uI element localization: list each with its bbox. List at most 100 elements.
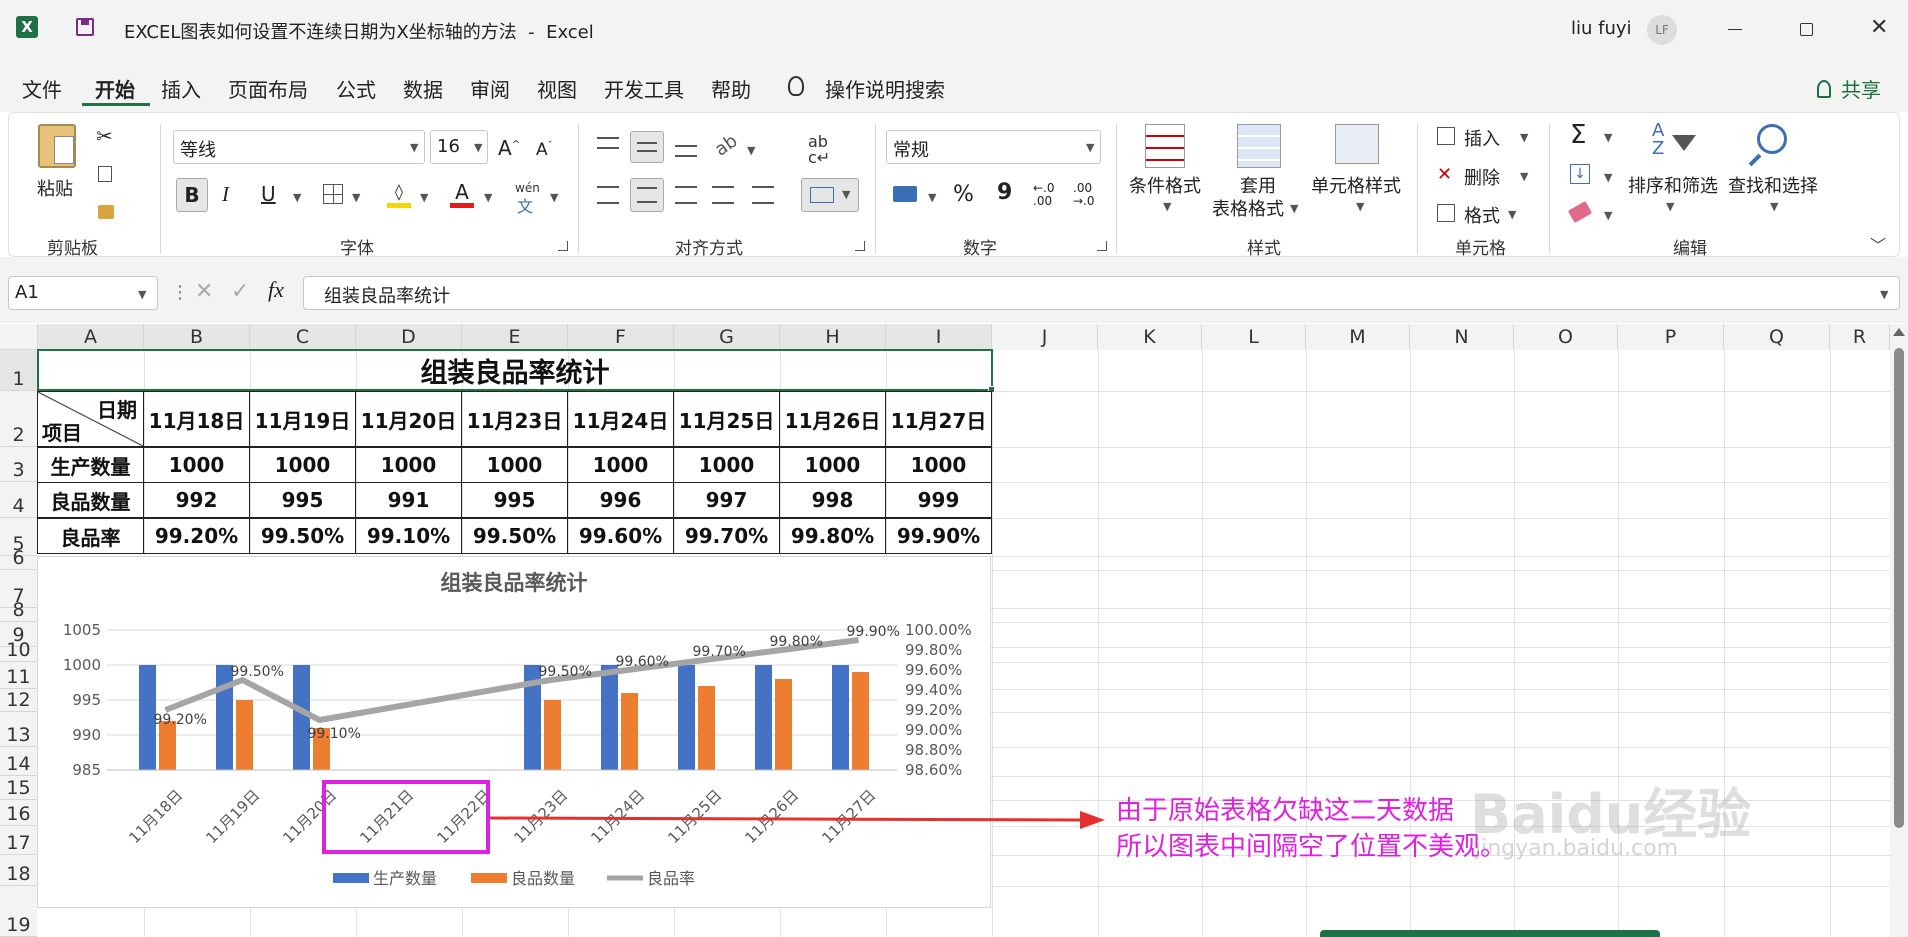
fill-color-icon[interactable]: ◊ bbox=[387, 182, 411, 208]
wrap-text-icon[interactable]: ab c↵ bbox=[808, 134, 830, 166]
row-header-11[interactable]: 11 bbox=[0, 662, 37, 689]
format-as-table-label-2[interactable]: 表格格式 bbox=[1212, 195, 1284, 221]
scroll-up-arrow[interactable] bbox=[1893, 328, 1905, 336]
align-top-icon[interactable] bbox=[597, 137, 619, 149]
data-cell[interactable]: 1000 bbox=[567, 447, 674, 483]
cell-styles-icon[interactable] bbox=[1335, 124, 1379, 164]
data-cell[interactable]: 99.60% bbox=[567, 518, 674, 554]
accounting-format-icon[interactable] bbox=[893, 186, 917, 202]
share-icon[interactable] bbox=[1817, 80, 1831, 98]
data-cell[interactable]: 991 bbox=[355, 482, 462, 518]
column-header-r[interactable]: R bbox=[1830, 324, 1890, 350]
insert-cells-label[interactable]: 插入 bbox=[1464, 125, 1500, 151]
borders-icon[interactable] bbox=[323, 184, 343, 204]
tab-view[interactable]: 视图 bbox=[537, 74, 577, 103]
data-cell[interactable]: 1000 bbox=[461, 447, 568, 483]
align-center-icon[interactable] bbox=[630, 178, 664, 212]
close-icon[interactable]: ✕ bbox=[1870, 15, 1888, 40]
row-header-19[interactable]: 19 bbox=[0, 886, 37, 937]
font-color-icon[interactable]: A bbox=[450, 180, 474, 208]
data-cell[interactable]: 1000 bbox=[143, 447, 250, 483]
row-header-4[interactable]: 4 bbox=[0, 482, 37, 518]
date-header-cell[interactable]: 11月25日 bbox=[673, 391, 780, 447]
tab-formulas[interactable]: 公式 bbox=[336, 74, 376, 103]
column-header-q[interactable]: Q bbox=[1724, 324, 1830, 350]
chevron-down-icon[interactable]: ▼ bbox=[420, 191, 428, 204]
percent-button[interactable]: % bbox=[953, 182, 974, 207]
column-header-b[interactable]: B bbox=[144, 324, 250, 350]
save-icon[interactable] bbox=[76, 18, 94, 36]
data-cell[interactable]: 997 bbox=[673, 482, 780, 518]
chevron-down-icon[interactable]: ▼ bbox=[1604, 131, 1612, 144]
date-header-cell[interactable]: 11月23日 bbox=[461, 391, 568, 447]
tab-review[interactable]: 审阅 bbox=[470, 74, 510, 103]
row-header-17[interactable]: 17 bbox=[0, 826, 37, 855]
chevron-down-icon[interactable]: ▼ bbox=[747, 144, 755, 157]
row-header-1[interactable]: 1 bbox=[0, 350, 37, 391]
chevron-down-icon[interactable]: ▼ bbox=[484, 191, 492, 204]
find-select-label[interactable]: 查找和选择 bbox=[1728, 172, 1818, 198]
insert-function-icon[interactable]: fx bbox=[268, 277, 284, 303]
row-header-10[interactable]: 10 bbox=[0, 639, 37, 662]
data-cell[interactable]: 999 bbox=[885, 482, 992, 518]
column-header-d[interactable]: D bbox=[356, 324, 462, 350]
data-cell[interactable]: 99.50% bbox=[249, 518, 356, 554]
tab-data[interactable]: 数据 bbox=[403, 74, 443, 103]
data-cell[interactable]: 992 bbox=[143, 482, 250, 518]
data-cell[interactable]: 99.70% bbox=[673, 518, 780, 554]
date-header-cell[interactable]: 11月27日 bbox=[885, 391, 992, 447]
chevron-down-icon[interactable]: ▼ bbox=[1604, 171, 1612, 184]
date-header-cell[interactable]: 11月20日 bbox=[355, 391, 462, 447]
column-header-c[interactable]: C bbox=[250, 324, 356, 350]
fill-down-icon[interactable]: ↓ bbox=[1570, 164, 1590, 184]
dialog-launcher-icon[interactable] bbox=[855, 241, 865, 251]
tab-developer[interactable]: 开发工具 bbox=[604, 74, 684, 103]
shrink-font-icon[interactable]: Aˇ bbox=[536, 140, 553, 160]
cut-icon[interactable]: ✂ bbox=[96, 124, 113, 148]
minimize-icon[interactable] bbox=[1728, 29, 1742, 30]
share-button[interactable]: 共享 bbox=[1841, 74, 1881, 103]
sort-filter-icon[interactable]: AZ bbox=[1652, 122, 1664, 158]
column-header-o[interactable]: O bbox=[1514, 324, 1618, 350]
row-header-3[interactable]: 3 bbox=[0, 447, 37, 482]
row-label-cell[interactable]: 良品数量 bbox=[37, 482, 144, 518]
date-header-cell[interactable]: 11月18日 bbox=[143, 391, 250, 447]
row-header-18[interactable]: 18 bbox=[0, 855, 37, 886]
data-cell[interactable]: 99.50% bbox=[461, 518, 568, 554]
data-cell[interactable]: 1000 bbox=[779, 447, 886, 483]
scrollbar-thumb[interactable] bbox=[1894, 348, 1904, 828]
row-header-6[interactable]: 6 bbox=[0, 547, 37, 570]
sort-filter-label[interactable]: 排序和筛选 bbox=[1628, 172, 1718, 198]
format-as-table-icon[interactable] bbox=[1237, 124, 1281, 168]
column-header-p[interactable]: P bbox=[1618, 324, 1724, 350]
cell-styles-label[interactable]: 单元格样式 bbox=[1311, 172, 1401, 198]
column-header-j[interactable]: J bbox=[992, 324, 1098, 350]
increase-indent-icon[interactable] bbox=[752, 186, 774, 204]
chevron-down-icon[interactable]: ▼ bbox=[1086, 141, 1094, 154]
dialog-launcher-icon[interactable] bbox=[558, 241, 568, 251]
data-cell[interactable]: 995 bbox=[461, 482, 568, 518]
copy-icon[interactable] bbox=[98, 166, 112, 182]
chevron-down-icon[interactable]: ▼ bbox=[410, 141, 418, 154]
grow-font-icon[interactable]: A^ bbox=[498, 136, 520, 160]
data-cell[interactable]: 1000 bbox=[355, 447, 462, 483]
column-header-l[interactable]: L bbox=[1202, 324, 1306, 350]
chevron-down-icon[interactable]: ▼ bbox=[1520, 170, 1528, 183]
paste-icon[interactable] bbox=[38, 124, 76, 168]
data-cell[interactable]: 99.20% bbox=[143, 518, 250, 554]
conditional-format-icon[interactable] bbox=[1145, 124, 1185, 168]
align-middle-icon[interactable] bbox=[630, 131, 664, 163]
chevron-down-icon[interactable]: ▼ bbox=[1770, 200, 1778, 213]
collapse-ribbon-icon[interactable]: ﹀ bbox=[1870, 232, 1886, 256]
tab-page-layout[interactable]: 页面布局 bbox=[228, 74, 308, 103]
font-name-select[interactable]: 等线 bbox=[173, 130, 425, 164]
date-header-cell[interactable]: 11月19日 bbox=[249, 391, 356, 447]
decrease-decimal-icon[interactable]: .00 →.0 bbox=[1073, 182, 1095, 208]
header-corner-cell[interactable]: 日期 项目 bbox=[37, 391, 144, 447]
data-cell[interactable]: 1000 bbox=[249, 447, 356, 483]
phonetic-glyph-icon[interactable]: 文 bbox=[517, 193, 533, 217]
data-cell[interactable]: 1000 bbox=[885, 447, 992, 483]
data-cell[interactable]: 99.10% bbox=[355, 518, 462, 554]
align-bottom-icon[interactable] bbox=[675, 145, 697, 157]
data-cell[interactable]: 995 bbox=[249, 482, 356, 518]
